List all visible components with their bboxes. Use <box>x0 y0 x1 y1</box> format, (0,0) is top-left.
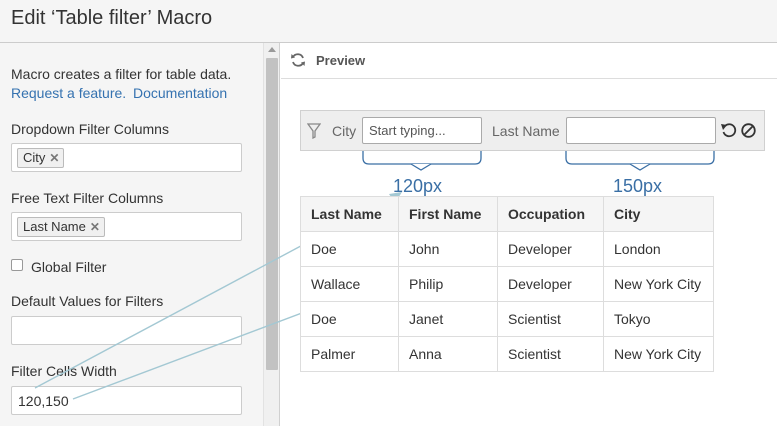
macro-description: Macro creates a filter for table data. <box>11 66 232 82</box>
preview-label: Preview <box>316 53 366 68</box>
column-header-first-name[interactable]: First Name <box>398 196 498 232</box>
last-name-width-annotation: 150px <box>613 176 663 196</box>
table-header-row: Last Name First Name Occupation City <box>300 196 714 232</box>
city-width-annotation: 120px <box>393 176 443 196</box>
table-cell: Tokyo <box>603 301 714 337</box>
table-cell: Doe <box>300 301 399 337</box>
column-header-last-name[interactable]: Last Name <box>300 196 399 232</box>
table-cell: New York City <box>603 266 714 302</box>
table-cell: Palmer <box>300 336 399 372</box>
table-cell: Janet <box>398 301 498 337</box>
last-name-width-bracket <box>565 151 715 165</box>
city-width-bracket <box>362 151 482 165</box>
table-row: Doe Janet Scientist Tokyo <box>300 301 714 337</box>
refresh-icon[interactable] <box>290 52 306 68</box>
city-width-pointer <box>410 163 432 171</box>
preview-data-table: Last Name First Name Occupation City Doe… <box>300 196 714 372</box>
global-filter-label: Global Filter <box>31 259 107 275</box>
global-filter-checkbox[interactable] <box>11 259 23 271</box>
preview-header: Preview <box>281 43 777 79</box>
column-header-city[interactable]: City <box>603 196 714 232</box>
table-cell: Anna <box>398 336 498 372</box>
scroll-up-arrow[interactable] <box>268 47 276 52</box>
free-text-column-tag: Last Name ✕ <box>17 217 105 237</box>
default-values-label: Default Values for Filters <box>11 293 164 309</box>
tag-label: Last Name <box>23 219 86 234</box>
free-text-filter-columns-field[interactable]: Last Name ✕ <box>11 212 242 241</box>
scroll-thumb[interactable] <box>266 58 278 370</box>
undo-icon[interactable] <box>720 122 737 139</box>
filter-icon <box>307 123 321 139</box>
table-cell: Doe <box>300 231 399 267</box>
documentation-link[interactable]: Documentation <box>133 85 227 101</box>
tag-label: City <box>23 150 46 165</box>
macro-settings-panel: Macro creates a filter for table data. R… <box>0 43 263 426</box>
table-row: Doe John Developer London <box>300 231 714 267</box>
filter-cells-width-value: 120,150 <box>18 393 69 409</box>
city-filter-label: City <box>332 123 357 139</box>
city-filter-input[interactable] <box>362 117 482 144</box>
free-text-filter-columns-label: Free Text Filter Columns <box>11 190 164 206</box>
left-panel-scrollbar[interactable] <box>263 43 280 426</box>
last-name-filter-label: Last Name <box>492 123 560 139</box>
table-cell: Developer <box>497 231 604 267</box>
table-cell: Scientist <box>497 301 604 337</box>
column-header-occupation[interactable]: Occupation <box>497 196 604 232</box>
table-cell: New York City <box>603 336 714 372</box>
table-filter-bar: City Last Name <box>300 110 765 151</box>
table-cell: Scientist <box>497 336 604 372</box>
dialog-title: Edit ‘Table filter’ Macro <box>11 7 213 29</box>
filter-cells-width-label: Filter Cells Width <box>11 363 117 379</box>
clear-icon[interactable] <box>740 122 757 139</box>
table-cell: London <box>603 231 714 267</box>
tag-remove-icon[interactable]: ✕ <box>90 220 100 234</box>
dropdown-column-tag: City ✕ <box>17 148 65 168</box>
tag-remove-icon[interactable]: ✕ <box>49 151 59 165</box>
filter-cells-width-field[interactable]: 120,150 <box>11 386 242 415</box>
table-cell: John <box>398 231 498 267</box>
default-values-field[interactable] <box>11 316 242 345</box>
last-name-filter-input[interactable] <box>566 117 716 144</box>
dropdown-filter-columns-label: Dropdown Filter Columns <box>11 121 169 137</box>
last-name-width-pointer <box>629 163 651 171</box>
dropdown-filter-columns-field[interactable]: City ✕ <box>11 143 242 172</box>
table-cell: Developer <box>497 266 604 302</box>
request-feature-link[interactable]: Request a feature. <box>11 85 126 101</box>
table-cell: Philip <box>398 266 498 302</box>
table-row: Palmer Anna Scientist New York City <box>300 336 714 372</box>
table-row: Wallace Philip Developer New York City <box>300 266 714 302</box>
table-cell: Wallace <box>300 266 399 302</box>
dialog-title-bar: Edit ‘Table filter’ Macro <box>0 0 777 43</box>
